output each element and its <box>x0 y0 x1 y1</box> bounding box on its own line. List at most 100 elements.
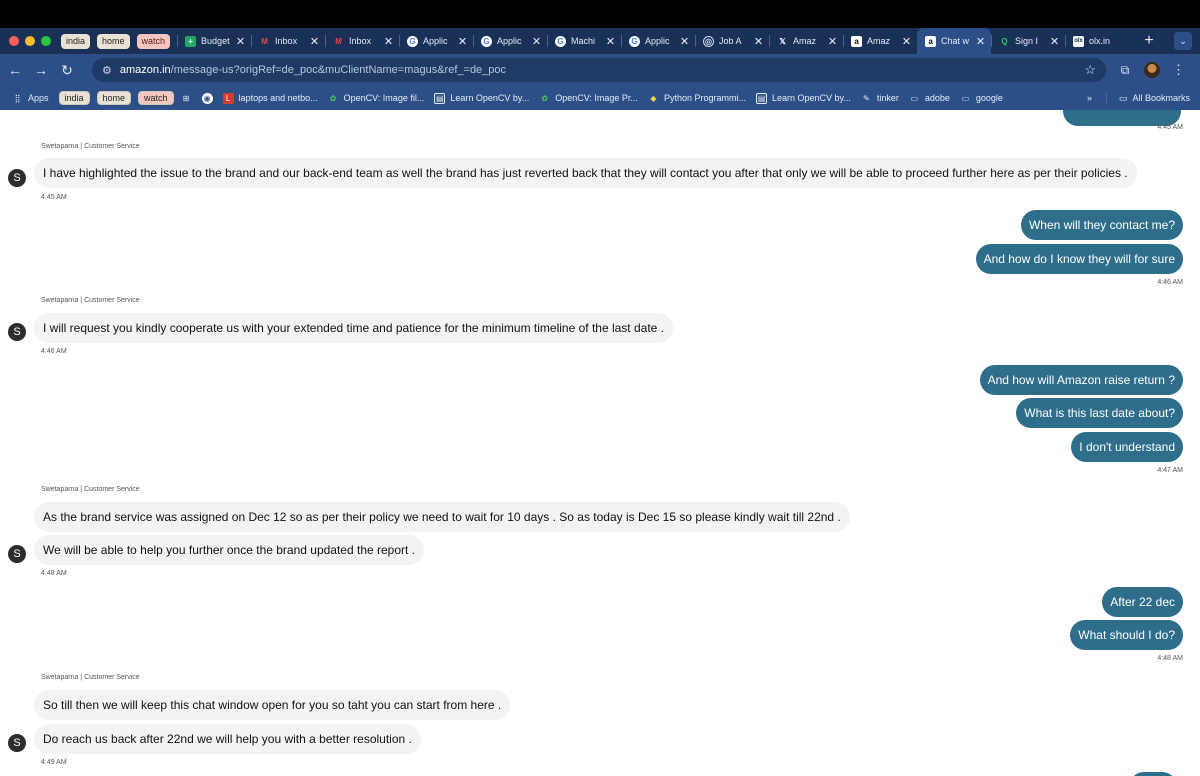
extensions-puzzle-icon[interactable]: ⧉ <box>1112 57 1138 83</box>
tab-applic[interactable]: G Applic ✕ <box>621 28 695 54</box>
maximize-window-button[interactable] <box>41 36 51 46</box>
bookmark-python[interactable]: ◆ Python Programmi... <box>648 93 746 104</box>
close-icon[interactable]: ✕ <box>606 35 615 48</box>
bookmarks-bar: ⣿ Apps india home watch ⊞ ◉ L laptops an… <box>0 86 1200 110</box>
agent-avatar: S <box>8 169 26 187</box>
tab-amazon[interactable]: a Amaz ✕ <box>843 28 917 54</box>
bookmark-label: laptops and netbo... <box>238 93 318 103</box>
tab-search-chevron-icon[interactable]: ⌄ <box>1174 32 1192 50</box>
tab-group-india[interactable]: india <box>61 33 91 49</box>
tab-machi[interactable]: G Machi ✕ <box>547 28 621 54</box>
customer-message: After 22 dec <box>1102 587 1183 617</box>
tab-amazon-x[interactable]: 𝕏 Amaz ✕ <box>769 28 843 54</box>
grid-shortcut[interactable]: ⊞ <box>181 93 192 104</box>
bookmark-group-india[interactable]: india <box>58 91 90 105</box>
chrome-shortcut[interactable]: ◉ <box>201 92 213 104</box>
bookmark-star-icon[interactable]: ☆ <box>1084 62 1096 78</box>
message-time: 4:47 AM <box>1157 467 1183 474</box>
tabs: india home watch + Budget ✕ M Inbox ✕ M … <box>61 28 1174 54</box>
close-icon[interactable]: ✕ <box>236 35 245 48</box>
menu-kebab-icon[interactable]: ⋮ <box>1172 62 1185 78</box>
bookmark-opencv-filter[interactable]: ✿ OpenCV: Image fil... <box>328 93 425 104</box>
tab-label: Amaz <box>867 36 891 46</box>
tab-label: Applic <box>645 36 670 46</box>
message-time: 4:49 AM <box>41 759 67 766</box>
bookmark-folder-google[interactable]: ▭ google <box>960 93 1003 104</box>
bookmark-tinker[interactable]: ✎ tinker <box>861 93 899 104</box>
bookmark-learn-opencv-2[interactable]: ▤ Learn OpenCV by... <box>755 92 851 104</box>
bookmark-opencv-processing[interactable]: ✿ OpenCV: Image Pr... <box>539 93 638 104</box>
sheets-icon: + <box>185 35 197 47</box>
tab-applic[interactable]: G Applic ✕ <box>473 28 547 54</box>
close-icon[interactable]: ✕ <box>828 35 837 48</box>
site-info-icon[interactable]: ⚙ <box>102 64 112 77</box>
tab-label: Job A <box>719 36 742 46</box>
bookmark-learn-opencv[interactable]: ▤ Learn OpenCV by... <box>434 92 529 104</box>
close-icon[interactable]: ✕ <box>1050 35 1059 48</box>
chat-transcript[interactable]: 4:45 AM Swetaparna | Customer Service S … <box>0 110 1200 776</box>
x-icon: 𝕏 <box>779 36 786 46</box>
url-host: amazon.in <box>119 64 171 76</box>
tab-label: Budget <box>201 36 230 46</box>
tab-chat-active[interactable]: a Chat w ✕ <box>917 28 992 54</box>
google-icon: G <box>481 35 493 47</box>
agent-name: Swetaparna | Customer Service <box>41 674 140 681</box>
tab-inbox[interactable]: M Inbox ✕ <box>325 28 399 54</box>
tab-applic[interactable]: G Applic ✕ <box>399 28 473 54</box>
apps-bookmark[interactable]: ⣿ Apps <box>12 93 49 104</box>
address-bar[interactable]: ⚙ amazon.in/message-us?origRef=de_poc&mu… <box>92 58 1106 82</box>
tab-label: Applic <box>497 36 522 46</box>
tab-group-watch[interactable]: watch <box>136 33 171 49</box>
close-icon[interactable]: ✕ <box>680 35 689 48</box>
bookmark-group-watch[interactable]: watch <box>138 91 174 105</box>
tab-label: Inbox <box>349 36 372 46</box>
close-icon[interactable]: ✕ <box>310 35 319 48</box>
all-bookmarks-button[interactable]: ▭ All Bookmarks <box>1105 92 1190 104</box>
close-icon[interactable]: ✕ <box>458 35 467 48</box>
agent-avatar: S <box>8 323 26 341</box>
tab-budget[interactable]: + Budget ✕ <box>177 28 251 54</box>
browser-window: india home watch + Budget ✕ M Inbox ✕ M … <box>0 0 1200 776</box>
close-icon[interactable]: ✕ <box>902 35 911 48</box>
amazon-icon: a <box>925 35 937 47</box>
bookmark-label: Python Programmi... <box>663 93 746 103</box>
agent-message: So till then we will keep this chat wind… <box>34 690 511 720</box>
tab-group-home[interactable]: home <box>97 33 130 49</box>
bookmark-folder-adobe[interactable]: ▭ adobe <box>909 93 950 104</box>
reload-icon[interactable]: ↻ <box>54 57 80 83</box>
tab-olx[interactable]: olx olx.in <box>1065 28 1139 54</box>
close-icon[interactable]: ✕ <box>754 35 763 48</box>
tab-job[interactable]: ◎ Job A ✕ <box>695 28 769 54</box>
agent-avatar: S <box>8 545 26 563</box>
customer-message: What is this last date about? <box>1016 398 1183 428</box>
olx-icon: olx <box>1073 35 1085 47</box>
tab-sign-in[interactable]: Q Sign I ✕ <box>991 28 1065 54</box>
bookmark-label: google <box>975 93 1003 103</box>
close-window-button[interactable] <box>9 36 19 46</box>
customer-message: What should I do? <box>1070 620 1183 650</box>
tab-inbox[interactable]: M Inbox ✕ <box>251 28 325 54</box>
new-tab-button[interactable]: + <box>1139 32 1159 50</box>
gmail-icon: M <box>335 36 342 46</box>
opencv-icon: ✿ <box>541 93 549 103</box>
profile-avatar[interactable] <box>1144 62 1160 78</box>
page-icon: ▤ <box>755 92 767 104</box>
message-time: 4:48 AM <box>1157 655 1183 662</box>
customer-message: When will they contact me? <box>1020 210 1183 240</box>
agent-message: I have highlighted the issue to the bran… <box>34 158 1137 188</box>
minimize-window-button[interactable] <box>25 36 35 46</box>
tab-label: Applic <box>423 36 448 46</box>
folder-icon: ▭ <box>1118 92 1128 103</box>
tab-label: Inbox <box>275 36 298 46</box>
back-arrow-icon[interactable]: ← <box>2 57 28 83</box>
agent-name: Swetaparna | Customer Service <box>41 143 140 150</box>
more-bookmarks-button[interactable]: » <box>1087 93 1092 103</box>
bookmark-label: Learn OpenCV by... <box>771 93 851 103</box>
forward-arrow-icon[interactable]: → <box>28 57 54 83</box>
close-icon[interactable]: ✕ <box>532 35 541 48</box>
close-icon[interactable]: ✕ <box>384 35 393 48</box>
bookmark-group-home[interactable]: home <box>96 91 132 105</box>
close-icon[interactable]: ✕ <box>976 35 985 48</box>
bookmark-laptops[interactable]: L laptops and netbo... <box>222 92 318 104</box>
bookmark-label: tinker <box>876 93 899 103</box>
